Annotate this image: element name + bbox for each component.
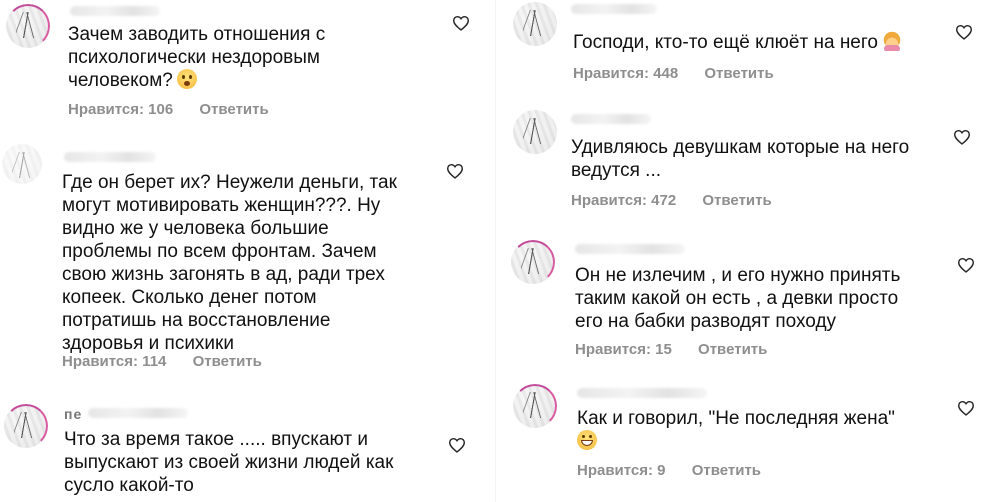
heart-outline-icon[interactable] — [955, 24, 973, 40]
comment-meta: Нравится: 106 Ответить — [68, 101, 269, 118]
comment-text: Как и говорил, "Не последняя жена" — [577, 407, 895, 453]
column-divider — [495, 0, 496, 502]
comments-column-left: Зачем заводить отношения с психологическ… — [0, 0, 490, 502]
reply-button[interactable]: Ответить — [704, 65, 773, 82]
username-redacted[interactable] — [571, 4, 657, 14]
username-fragment[interactable]: пе — [64, 406, 82, 422]
likes-count[interactable]: Нравится: 448 — [573, 65, 678, 82]
comment-meta: Нравится: 472 Ответить — [571, 192, 772, 209]
heart-outline-icon[interactable] — [957, 400, 975, 416]
username-redacted[interactable] — [88, 408, 188, 418]
avatar[interactable] — [6, 4, 50, 48]
grinning-face-emoji — [577, 430, 597, 450]
comment-meta: Нравится: 448 Ответить — [573, 65, 774, 82]
heart-outline-icon[interactable] — [448, 437, 466, 453]
likes-count[interactable]: Нравится: 472 — [571, 192, 676, 209]
heart-outline-icon[interactable] — [953, 129, 971, 145]
heart-outline-icon[interactable] — [446, 163, 464, 179]
comment-text: Господи, кто-то ещё клюёт на него — [573, 31, 902, 54]
reply-button[interactable]: Ответить — [698, 341, 767, 358]
avatar[interactable] — [513, 110, 557, 154]
comment-text: Он не излечим , и его нужно принять таки… — [575, 265, 901, 332]
comment-text: Удивляюсь девушкам которые на него ведут… — [571, 137, 910, 181]
comment-text: Зачем заводить отношения с психологическ… — [68, 24, 326, 91]
avatar[interactable] — [511, 240, 555, 284]
likes-count[interactable]: Нравится: 15 — [575, 341, 672, 358]
reply-button[interactable]: Ответить — [692, 462, 761, 479]
comments-column-right: Господи, кто-то ещё клюёт на него Нравит… — [505, 0, 1005, 502]
likes-count[interactable]: Нравится: 9 — [577, 462, 666, 479]
comment-meta: Нравится: 9 Ответить — [577, 462, 761, 479]
heart-outline-icon[interactable] — [452, 15, 470, 31]
heart-outline-icon[interactable] — [957, 257, 975, 273]
likes-count[interactable]: Нравится: 114 — [62, 353, 166, 370]
username-redacted[interactable] — [70, 6, 160, 16]
comment-meta: Нравится: 114 Ответить — [62, 353, 262, 370]
reply-button[interactable]: Ответить — [702, 192, 771, 209]
username-redacted[interactable] — [64, 152, 156, 162]
username-redacted[interactable] — [577, 388, 707, 398]
reply-button[interactable]: Ответить — [199, 101, 268, 118]
likes-count[interactable]: Нравится: 106 — [68, 101, 173, 118]
woman-facepalming-emoji — [881, 31, 902, 51]
avatar[interactable] — [513, 2, 557, 46]
comment-meta: Нравится: 15 Ответить — [575, 341, 767, 358]
username-redacted[interactable] — [575, 244, 685, 254]
reply-button[interactable]: Ответить — [193, 353, 262, 370]
avatar[interactable] — [513, 384, 557, 428]
avatar[interactable] — [2, 144, 42, 184]
avatar[interactable] — [4, 404, 48, 448]
comment-text: Где он берет их? Неужели деньги, так мог… — [62, 172, 397, 354]
fearful-face-emoji — [176, 69, 197, 89]
comment-text: Что за время такое ..... впускают и выпу… — [64, 429, 394, 496]
username-redacted[interactable] — [571, 114, 651, 124]
